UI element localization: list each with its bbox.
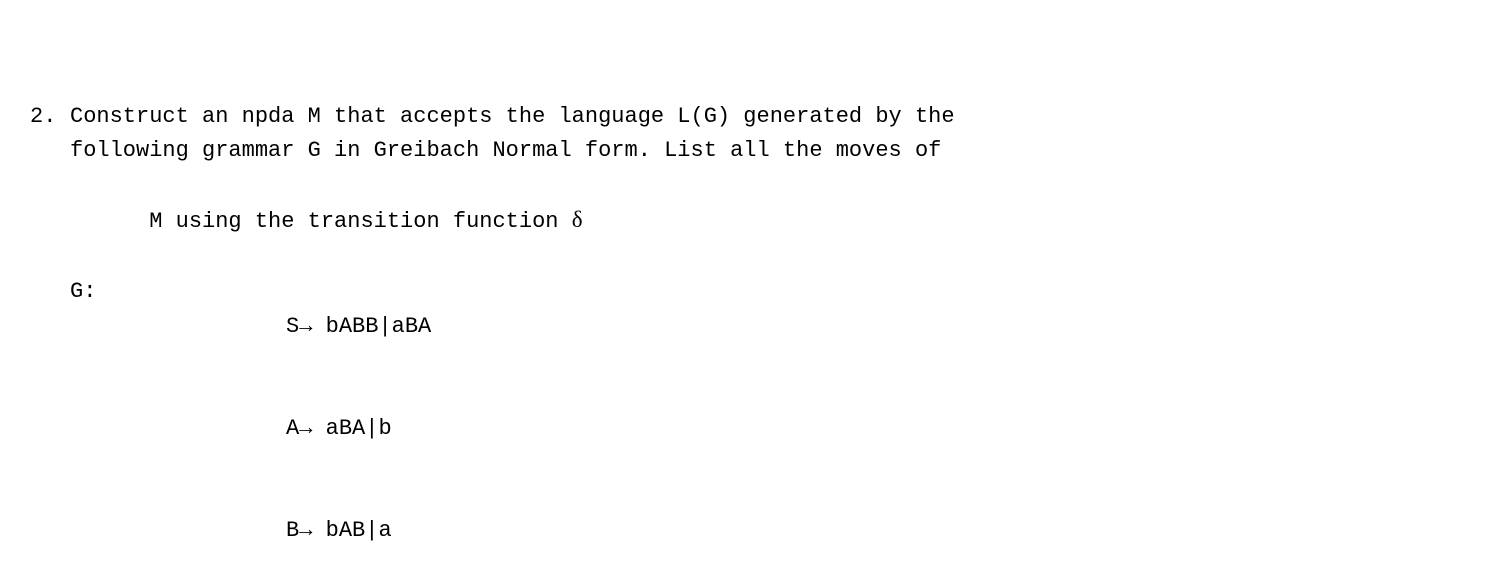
grammar-line-1: A→ aBA|b: [70, 378, 1455, 480]
delta-symbol: δ: [572, 207, 583, 232]
grammar-indent: [70, 480, 154, 582]
intro-line-3-prefix: M using the transition function: [149, 209, 571, 234]
rule-lhs: A: [286, 416, 299, 441]
problem-content: Construct an npda M that accepts the lan…: [70, 100, 1455, 582]
grammar-rule-1: A→ aBA|b: [154, 378, 392, 480]
grammar-rule-2: B→ bAB|a: [154, 480, 392, 582]
intro-line-3: M using the transition function δ: [70, 168, 1455, 273]
problem-block: 2. Construct an npda M that accepts the …: [30, 100, 1455, 582]
grammar-indent: [70, 378, 154, 480]
arrow-icon: →: [299, 518, 312, 543]
grammar-line-2: B→ bAB|a: [70, 480, 1455, 582]
grammar-label: G:: [70, 275, 154, 377]
arrow-icon: →: [299, 314, 312, 339]
rule-rhs: bABB|aBA: [312, 314, 431, 339]
rule-rhs: aBA|b: [312, 416, 391, 441]
rule-lhs: B: [286, 518, 299, 543]
rule-rhs: bAB|a: [312, 518, 391, 543]
grammar-rule-0: S→ bABB|aBA: [154, 275, 431, 377]
arrow-icon: →: [299, 416, 312, 441]
rule-lhs: S: [286, 314, 299, 339]
grammar-block: G: S→ bABB|aBA A→ aBA|b B→ bAB|a: [70, 275, 1455, 582]
grammar-line-0: G: S→ bABB|aBA: [70, 275, 1455, 377]
intro-line-1: Construct an npda M that accepts the lan…: [70, 100, 1455, 134]
intro-line-2: following grammar G in Greibach Normal f…: [70, 134, 1455, 168]
problem-number: 2.: [30, 100, 70, 582]
